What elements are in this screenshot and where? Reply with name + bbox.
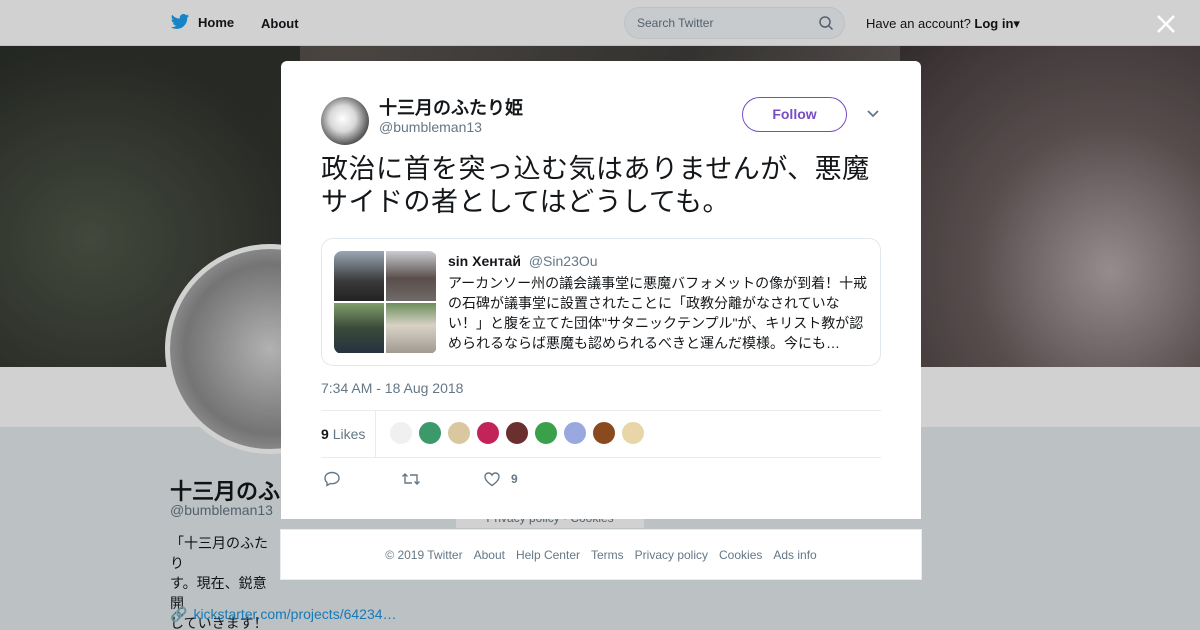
reply-icon [324, 471, 340, 487]
quoted-tweet[interactable]: sin Хентай @Sin23Ou アーカンソー州の議会議事堂に悪魔バフォメ… [321, 238, 881, 366]
liker-avatar[interactable] [505, 421, 529, 445]
footer: © 2019 Twitter About Help Center Terms P… [280, 529, 922, 580]
author-handle[interactable]: @bumbleman13 [379, 119, 482, 135]
quoted-image[interactable] [386, 251, 436, 301]
quoted-image[interactable] [386, 303, 436, 353]
footer-link-help-center[interactable]: Help Center [516, 548, 580, 562]
liker-avatar[interactable] [476, 421, 500, 445]
quoted-tweet-text: アーカンソー州の議会議事堂に悪魔バフォメットの像が到着！十戒の石碑が議事堂に設置… [448, 275, 868, 351]
liker-avatar[interactable] [447, 421, 471, 445]
author-avatar[interactable] [321, 97, 369, 145]
likes-number: 9 [321, 426, 329, 442]
quoted-author: sin Хентай @Sin23Ou [448, 253, 598, 269]
quoted-tweet-images[interactable] [334, 251, 437, 354]
close-icon[interactable] [1155, 13, 1177, 35]
liker-avatar[interactable] [418, 421, 442, 445]
quoted-image[interactable] [334, 251, 384, 301]
tweet-text: 政治に首を突っ込む気はありませんが、悪魔サイドの者としてはどうしても。 [321, 154, 870, 217]
liker-avatar[interactable] [563, 421, 587, 445]
divider [375, 411, 376, 457]
footer-link-cookies[interactable]: Cookies [719, 548, 762, 562]
footer-link-privacy[interactable]: Privacy policy [635, 548, 708, 562]
chevron-down-icon[interactable] [866, 109, 880, 119]
footer-copyright: © 2019 Twitter [385, 547, 463, 562]
quoted-author-name: sin Хентай [448, 253, 521, 269]
likes-row: 9 Likes [321, 410, 881, 458]
footer-link-ads-info[interactable]: Ads info [773, 548, 816, 562]
footer-link-terms[interactable]: Terms [591, 548, 624, 562]
retweet-button[interactable] [401, 470, 421, 488]
quoted-image[interactable] [334, 303, 384, 353]
tweet-actions: 9 [321, 466, 621, 496]
retweet-icon [402, 473, 420, 485]
liker-avatar[interactable] [389, 421, 413, 445]
quoted-author-handle: @Sin23Ou [528, 253, 598, 269]
liker-avatar[interactable] [534, 421, 558, 445]
author-name[interactable]: 十三月のふたり姫 [379, 94, 523, 120]
reply-button[interactable] [323, 470, 341, 488]
heart-icon [484, 472, 500, 487]
like-button[interactable]: 9 [483, 470, 518, 488]
follow-button[interactable]: Follow [742, 97, 847, 132]
tweet-timestamp[interactable]: 7:34 AM - 18 Aug 2018 [321, 380, 463, 396]
tweet-modal: 十三月のふたり姫 @bumbleman13 Follow 政治に首を突っ込む気は… [281, 61, 921, 519]
liker-avatars [389, 421, 645, 445]
like-count: 9 [511, 472, 518, 486]
likes-count[interactable]: 9 Likes [321, 426, 365, 442]
liker-avatar[interactable] [621, 421, 645, 445]
liker-avatar[interactable] [592, 421, 616, 445]
likes-label: Likes [332, 426, 366, 442]
footer-link-about[interactable]: About [474, 548, 505, 562]
